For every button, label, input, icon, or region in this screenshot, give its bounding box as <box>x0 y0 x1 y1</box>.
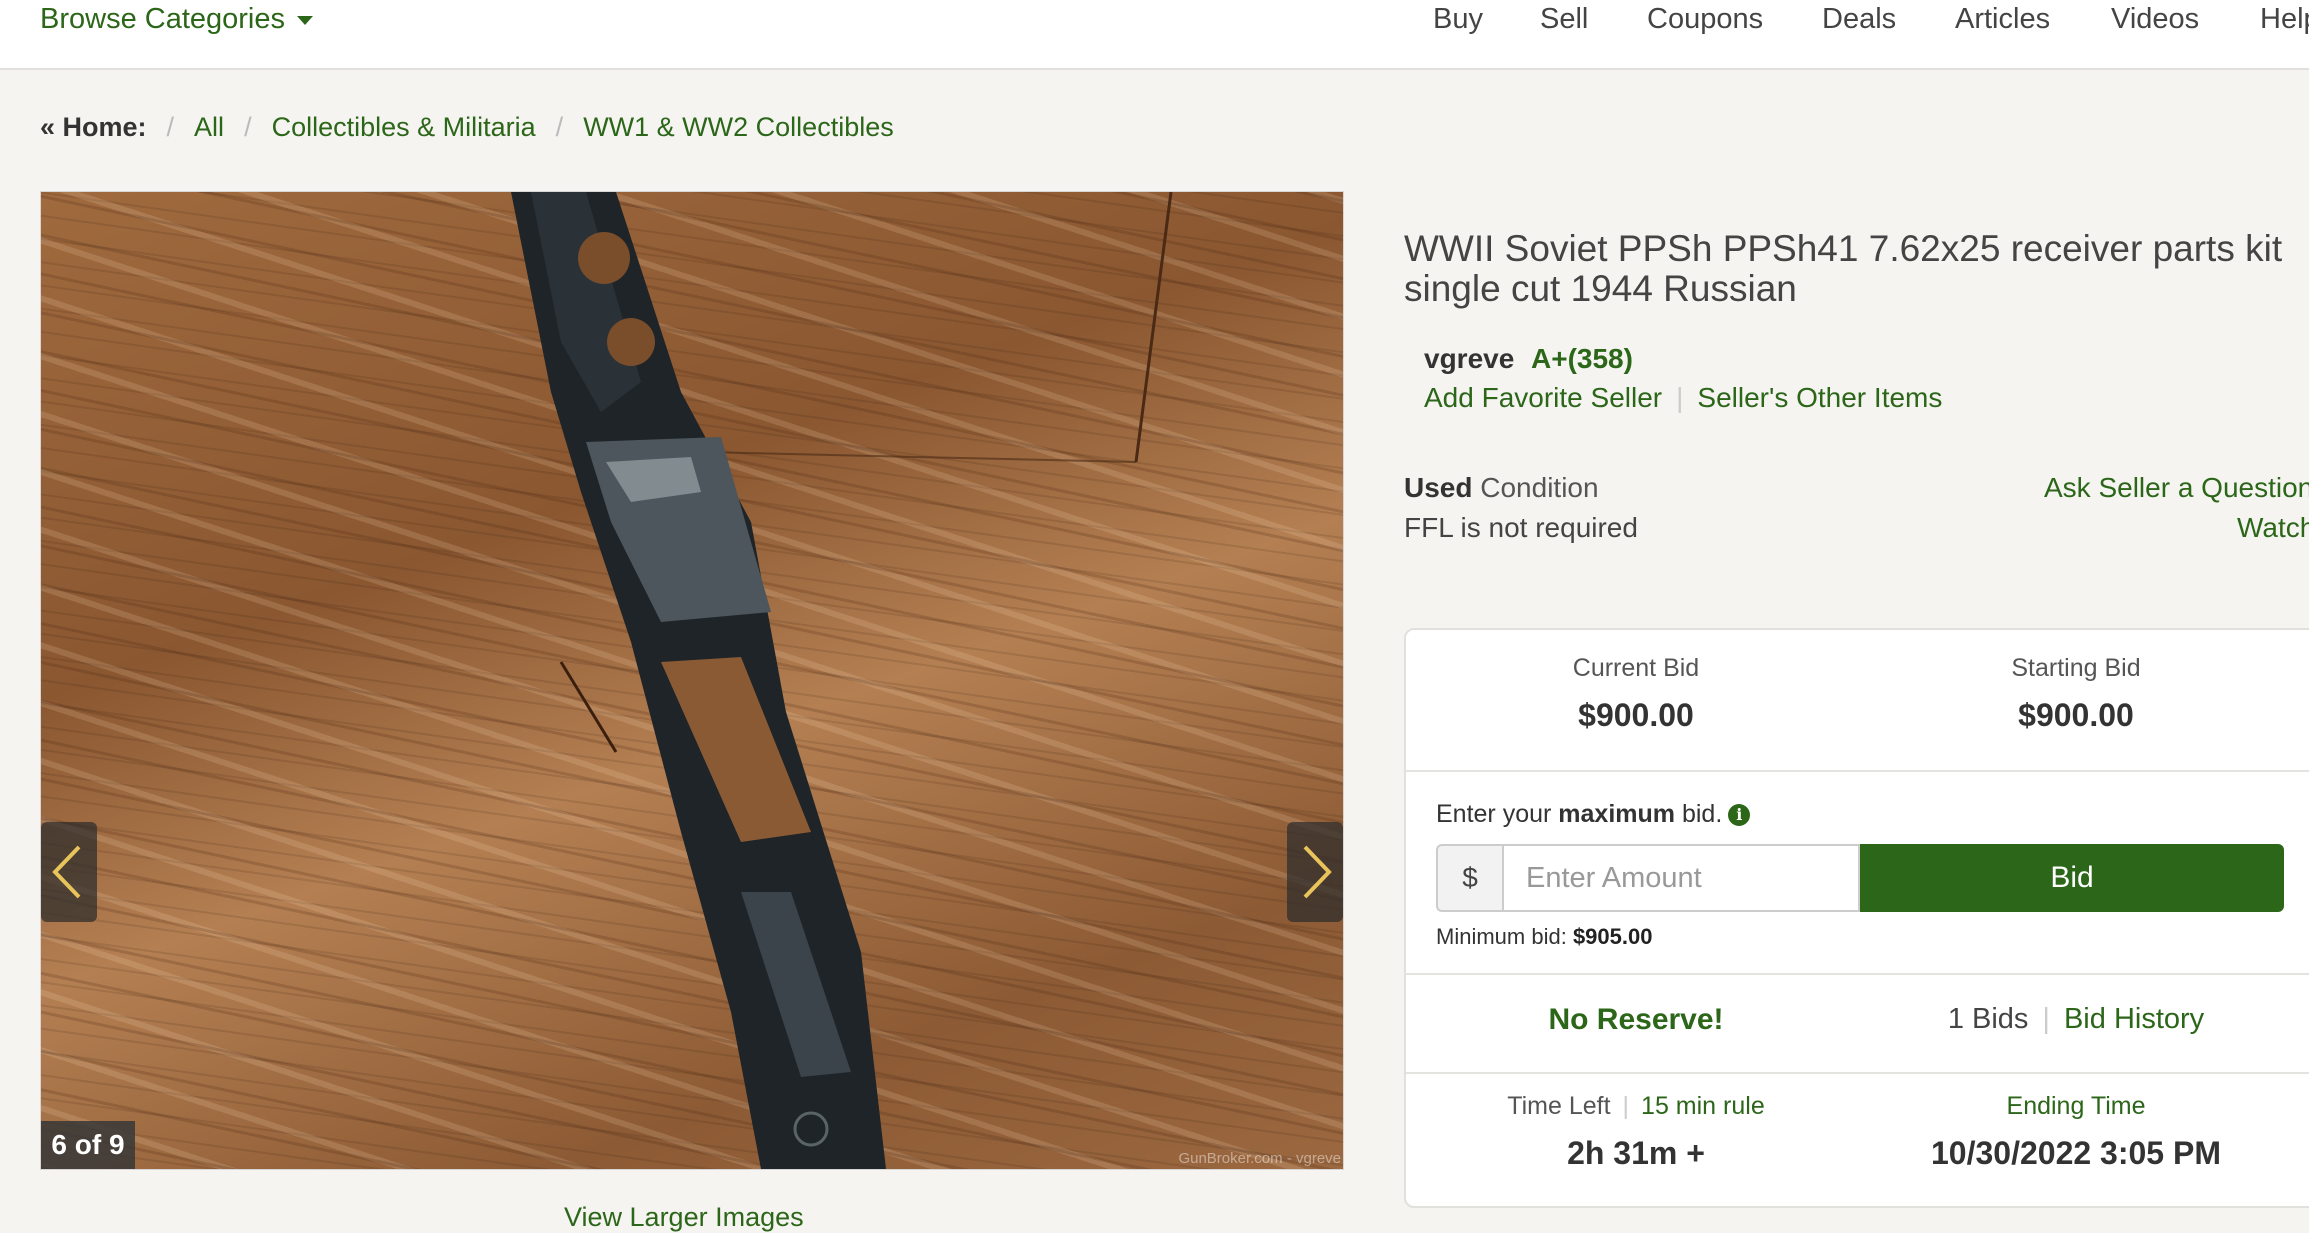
bid-history-link[interactable]: Bid History <box>2064 1003 2204 1035</box>
breadcrumb: « Home: / All / Collectibles & Militaria / WW1… <box>40 112 894 143</box>
ending-time: Ending Time 10/30/2022 3:05 PM <box>1846 1092 2306 1172</box>
starting-bid-value: $900.00 <box>2018 697 2134 733</box>
seller-other-items-link[interactable]: Seller's Other Items <box>1697 382 1942 413</box>
top-navigation-bar: Browse Categories Buy Sell Coupons Deals… <box>0 0 2309 70</box>
ending-time-value: 10/30/2022 3:05 PM <box>1931 1135 2221 1171</box>
previous-image-button[interactable] <box>41 822 97 922</box>
nav-sell[interactable]: Sell <box>1540 0 1588 38</box>
ffl-requirement: FFL is not required <box>1404 512 1638 543</box>
info-icon[interactable]: i <box>1728 804 1751 827</box>
breadcrumb-separator: / <box>166 112 175 142</box>
current-bid: Current Bid $900.00 <box>1406 654 1866 734</box>
divider: | <box>1676 382 1684 413</box>
time-left-value: 2h 31m + <box>1567 1135 1705 1171</box>
seller-name[interactable]: vgreve <box>1424 343 1514 375</box>
listing-title: WWII Soviet PPSh PPSh41 7.62x25 receiver… <box>1404 228 2283 309</box>
max-bid-prefix: Enter your <box>1436 800 1552 828</box>
starting-bid-label: Starting Bid <box>2011 654 2141 682</box>
view-larger-images-link[interactable]: View Larger Images <box>564 1202 804 1233</box>
condition-value: Used <box>1404 472 1473 503</box>
photo-watermark: GunBroker.com - vgreve <box>1178 1150 1341 1167</box>
watch-link[interactable]: Watch <box>2237 512 2309 544</box>
max-bid-prompt: Enter your maximum bid. i <box>1436 800 1751 829</box>
fifteen-min-rule-link[interactable]: 15 min rule <box>1641 1092 1765 1120</box>
chevron-right-icon <box>1303 845 1332 899</box>
next-image-button[interactable] <box>1287 822 1343 922</box>
ask-seller-question-link[interactable]: Ask Seller a Question <box>2044 472 2309 504</box>
starting-bid: Starting Bid $900.00 <box>1846 654 2306 734</box>
nav-videos[interactable]: Videos <box>2111 0 2199 38</box>
divider <box>1406 1072 2309 1074</box>
max-bid-bold: maximum <box>1558 800 1676 828</box>
breadcrumb-all[interactable]: All <box>194 112 224 142</box>
image-counter: 6 of 9 <box>41 1121 135 1169</box>
minimum-bid-value: $905.00 <box>1572 924 1653 949</box>
seller-links: Add Favorite Seller | Seller's Other Items <box>1424 382 1942 414</box>
receiver-photo <box>511 192 1173 1169</box>
current-bid-value: $900.00 <box>1578 697 1694 733</box>
minimum-bid: Minimum bid: $905.00 <box>1436 924 1652 950</box>
item-condition: Used Condition <box>1404 472 1599 504</box>
caret-down-icon <box>297 15 313 25</box>
bid-button[interactable]: Bid <box>1860 844 2284 912</box>
time-left-label: Time Left <box>1507 1092 1611 1120</box>
time-left-row: Time Left | 15 min rule <box>1406 1092 1866 1121</box>
browse-categories-dropdown[interactable]: Browse Categories <box>40 0 313 40</box>
breadcrumb-home[interactable]: « Home: <box>40 112 147 142</box>
current-bid-label: Current Bid <box>1572 654 1700 682</box>
browse-categories-label: Browse Categories <box>40 3 285 35</box>
no-reserve-label: No Reserve! <box>1548 1003 1724 1036</box>
divider: | <box>2042 1003 2050 1035</box>
breadcrumb-separator: / <box>244 112 252 142</box>
listing-image-gallery[interactable]: 6 of 9 GunBroker.com - vgreve <box>40 191 1344 1170</box>
bid-count-row: 1 Bids | Bid History <box>1846 1003 2306 1036</box>
nav-deals[interactable]: Deals <box>1822 0 1896 38</box>
nav-buy[interactable]: Buy <box>1433 0 1483 38</box>
time-left: Time Left | 15 min rule 2h 31m + <box>1406 1092 1866 1172</box>
breadcrumb-collectibles-militaria[interactable]: Collectibles & Militaria <box>272 112 536 142</box>
chevron-left-icon <box>52 845 81 899</box>
nav-coupons[interactable]: Coupons <box>1647 0 1763 38</box>
condition-label: Condition <box>1480 472 1599 503</box>
nav-articles[interactable]: Articles <box>1955 0 2050 38</box>
divider: | <box>1622 1092 1630 1120</box>
currency-symbol: $ <box>1436 844 1502 912</box>
add-favorite-seller-link[interactable]: Add Favorite Seller <box>1424 382 1662 413</box>
bids-count: 1 Bids <box>1947 1003 2029 1035</box>
divider <box>1406 973 2309 975</box>
minimum-bid-label: Minimum bid: <box>1436 924 1567 949</box>
breadcrumb-separator: / <box>555 112 564 142</box>
bid-entry-row: $ Bid <box>1436 844 2284 912</box>
seller-rating[interactable]: A+(358) <box>1531 343 1633 375</box>
divider <box>1406 770 2309 772</box>
breadcrumb-ww1-ww2-collectibles[interactable]: WW1 & WW2 Collectibles <box>583 112 894 142</box>
bid-panel: Current Bid $900.00 Starting Bid $900.00… <box>1404 628 2309 1208</box>
ending-time-label: Ending Time <box>2006 1092 2146 1120</box>
max-bid-suffix: bid. <box>1681 800 1723 828</box>
nav-help[interactable]: Help <box>2260 0 2309 38</box>
bid-amount-input[interactable] <box>1502 844 1860 912</box>
